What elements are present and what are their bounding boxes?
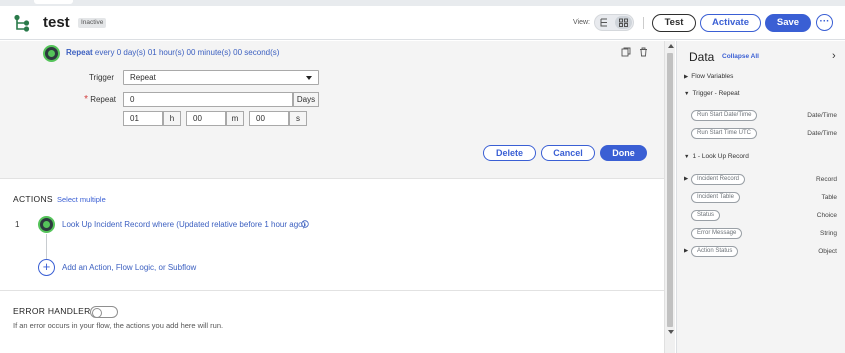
trigger-label: Trigger bbox=[88, 73, 114, 82]
flow-canvas: Repeat every 0 day(s) 01 hour(s) 00 minu… bbox=[0, 41, 664, 353]
data-pill[interactable]: Error Message bbox=[691, 228, 743, 239]
expand-icon: ▶ bbox=[684, 74, 689, 80]
data-pill[interactable]: Status bbox=[691, 210, 721, 221]
copy-icon[interactable] bbox=[621, 47, 631, 57]
data-pill[interactable]: Run Start Time UTC bbox=[691, 128, 758, 139]
scroll-thumb[interactable] bbox=[667, 53, 673, 327]
grid-view-icon[interactable] bbox=[615, 16, 632, 29]
add-step-button[interactable]: + bbox=[38, 259, 55, 276]
flow-icon bbox=[14, 14, 30, 32]
data-type-label: String bbox=[820, 230, 837, 237]
flow-header: test Inactive View: Test Activate Save ·… bbox=[0, 6, 845, 40]
view-toggle[interactable] bbox=[594, 14, 634, 31]
error-handler-heading: ERROR HANDLER bbox=[13, 306, 91, 316]
activate-button[interactable]: Activate bbox=[700, 14, 761, 32]
data-type-label: Table bbox=[821, 194, 837, 201]
test-button[interactable]: Test bbox=[652, 14, 696, 32]
data-pill[interactable]: Run Start Date/Time bbox=[691, 110, 758, 121]
step-label[interactable]: Look Up Incident Record where (Updated r… bbox=[62, 220, 305, 229]
trigger-status-icon bbox=[43, 45, 60, 62]
info-icon[interactable] bbox=[301, 220, 309, 228]
divider bbox=[0, 290, 664, 291]
canvas-scrollbar[interactable] bbox=[664, 41, 675, 353]
error-handler-toggle[interactable] bbox=[90, 306, 118, 318]
chevron-down-icon bbox=[306, 76, 312, 80]
step-number: 1 bbox=[15, 220, 20, 229]
data-panel-title: Data bbox=[689, 50, 715, 64]
divider bbox=[643, 17, 644, 29]
actions-heading: ACTIONS bbox=[13, 194, 53, 204]
data-pill[interactable]: Incident Record bbox=[691, 174, 746, 185]
minutes-unit-label: m bbox=[226, 111, 244, 126]
error-handler-help: If an error occurs in your flow, the act… bbox=[13, 321, 224, 330]
trigger-select-value: Repeat bbox=[130, 73, 156, 82]
data-type-label: Object bbox=[818, 248, 837, 255]
save-button[interactable]: Save bbox=[765, 14, 811, 32]
days-unit-label: Days bbox=[293, 92, 319, 107]
trigger-panel: Repeat every 0 day(s) 01 hour(s) 00 minu… bbox=[0, 41, 664, 179]
data-type-label: Choice bbox=[816, 212, 837, 219]
seconds-input[interactable]: 00 bbox=[249, 111, 289, 126]
data-pill[interactable]: Incident Table bbox=[691, 192, 740, 203]
more-options-button[interactable]: ··· bbox=[816, 14, 833, 31]
scroll-up-icon[interactable] bbox=[668, 44, 674, 48]
expand-icon[interactable]: ▶ bbox=[684, 176, 688, 182]
chevron-right-icon[interactable]: › bbox=[832, 50, 836, 62]
select-multiple-link[interactable]: Select multiple bbox=[57, 195, 106, 204]
flow-name: test bbox=[43, 14, 70, 31]
tab-test[interactable]: test bbox=[34, 0, 74, 4]
data-pill[interactable]: Action Status bbox=[691, 246, 739, 257]
step-status-icon bbox=[38, 216, 55, 233]
repeat-label: * Repeat bbox=[84, 94, 116, 105]
collapse-icon: ▼ bbox=[684, 91, 690, 97]
done-button[interactable]: Done bbox=[600, 145, 647, 161]
delete-button[interactable]: Delete bbox=[483, 145, 536, 161]
tree-view-icon[interactable] bbox=[596, 16, 613, 29]
hours-input[interactable]: 01 bbox=[123, 111, 163, 126]
cancel-button[interactable]: Cancel bbox=[541, 145, 595, 161]
view-label: View: bbox=[573, 19, 590, 26]
data-type-label: Date/Time bbox=[807, 130, 837, 137]
section-flow-variables[interactable]: ▶ Flow Variables bbox=[684, 73, 733, 80]
step-connector bbox=[46, 234, 47, 260]
trash-icon[interactable] bbox=[639, 47, 648, 57]
required-icon: * bbox=[84, 94, 88, 105]
expand-icon[interactable]: ▶ bbox=[684, 248, 688, 254]
section-trigger-repeat[interactable]: ▼ Trigger - Repeat bbox=[684, 90, 740, 97]
section-look-up-record[interactable]: ▼ 1 - Look Up Record bbox=[684, 153, 749, 160]
hours-unit-label: h bbox=[163, 111, 181, 126]
flow-designer: test test Inactive View: Test Activate S… bbox=[0, 0, 845, 353]
scroll-down-icon[interactable] bbox=[668, 330, 674, 334]
repeat-days-input[interactable]: 0 bbox=[123, 92, 293, 107]
trigger-select[interactable]: Repeat bbox=[123, 70, 319, 85]
minutes-input[interactable]: 00 bbox=[186, 111, 226, 126]
data-type-label: Date/Time bbox=[807, 112, 837, 119]
collapse-icon: ▼ bbox=[684, 154, 690, 160]
trigger-summary[interactable]: Repeat every 0 day(s) 01 hour(s) 00 minu… bbox=[66, 48, 279, 57]
data-panel: Data Collapse All › ▶ Flow Variables ▼ Tri… bbox=[676, 41, 845, 353]
seconds-unit-label: s bbox=[289, 111, 307, 126]
data-type-label: Record bbox=[816, 176, 837, 183]
status-badge: Inactive bbox=[78, 18, 107, 28]
add-step-link[interactable]: Add an Action, Flow Logic, or Subflow bbox=[62, 263, 196, 272]
collapse-all-link[interactable]: Collapse All bbox=[722, 53, 759, 60]
